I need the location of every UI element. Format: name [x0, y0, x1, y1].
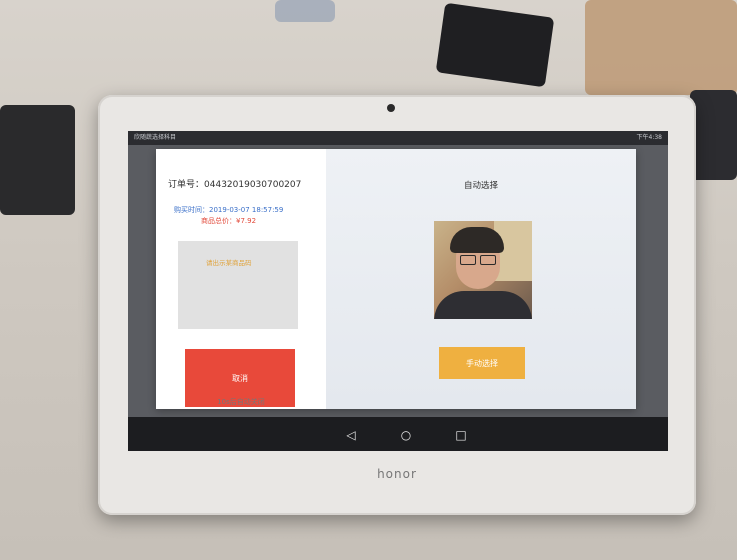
order-info-pane: 订单号：04432019030700207 购买时间：2019-03-07 18…: [156, 149, 326, 409]
purchase-time-label: 购买时间：: [174, 206, 209, 214]
photo-shirt: [434, 291, 532, 319]
order-dialog: 订单号：04432019030700207 购买时间：2019-03-07 18…: [156, 149, 636, 409]
auto-close-countdown: 10s后自动关闭: [217, 398, 265, 406]
back-icon[interactable]: ◁: [343, 427, 359, 443]
android-nav-bar: ◁ ○ □: [128, 417, 668, 451]
order-number-value: 04432019030700207: [204, 180, 302, 190]
status-app-name: 欣随蔬选择科目: [134, 134, 177, 141]
purchase-time-value: 2019-03-07 18:57:59: [209, 206, 284, 214]
desk-object: [275, 0, 335, 22]
auto-select-title: 自动选择: [463, 181, 498, 191]
device-brand-logo: honor: [377, 467, 417, 481]
customer-face-photo: [434, 221, 532, 319]
total-price-label: 商品总价：: [201, 217, 236, 225]
desk-object: [435, 2, 555, 88]
tablet-device: 欣随蔬选择科目 下午4:38 首页 用户 订单号：044320190307002…: [98, 95, 696, 515]
desk-object: [585, 0, 737, 95]
front-camera: [387, 104, 395, 112]
auto-select-pane: 自动选择 手动选择: [326, 149, 636, 409]
purchase-time-row: 购买时间：2019-03-07 18:57:59: [174, 205, 283, 215]
photo-hair: [450, 227, 504, 253]
scan-area: 请出示某商品码: [178, 241, 298, 329]
home-icon[interactable]: ○: [398, 427, 414, 443]
recents-icon[interactable]: □: [453, 427, 469, 443]
glasses-icon: [480, 255, 496, 265]
manual-select-button[interactable]: 手动选择: [439, 347, 525, 379]
total-price-row: 商品总价：¥7.92: [201, 216, 256, 226]
tablet-screen: 欣随蔬选择科目 下午4:38 首页 用户 订单号：044320190307002…: [128, 131, 668, 451]
desk-object: [690, 90, 737, 180]
scan-hint: 请出示某商品码: [206, 259, 252, 267]
glasses-icon: [460, 255, 476, 265]
desk-object: [0, 105, 75, 215]
order-number-row: 订单号：04432019030700207: [168, 177, 301, 190]
status-bar: 欣随蔬选择科目 下午4:38: [128, 131, 668, 145]
total-price-value: ¥7.92: [236, 217, 257, 225]
order-number-label: 订单号：: [168, 180, 205, 190]
status-time: 下午4:38: [636, 134, 662, 141]
